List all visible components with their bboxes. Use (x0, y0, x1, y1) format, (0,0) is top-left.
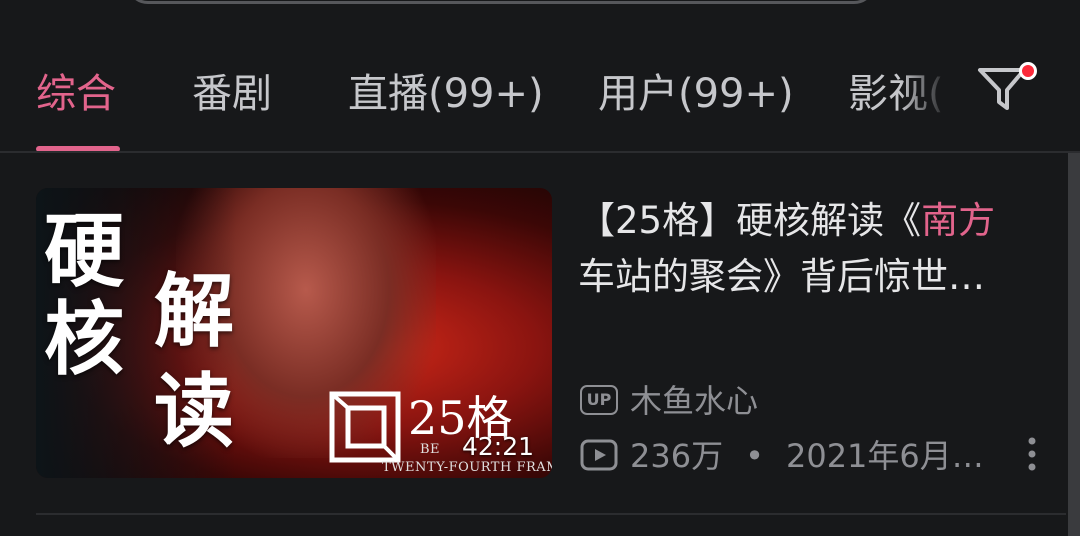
tab-all[interactable]: 综合 (36, 70, 116, 118)
stats-row: 236万 • 2021年6月… (580, 436, 984, 476)
card-divider (36, 513, 1066, 515)
scrollbar[interactable] (1068, 153, 1080, 536)
video-duration: 42:21 (462, 432, 535, 461)
video-thumbnail[interactable]: 硬 核 解 读 25格 BE TWENTY-FOURTH FRAME 42:21 (36, 188, 552, 478)
notification-dot (1019, 62, 1037, 80)
video-title-line-1: 【25格】硬核解读《南方 (578, 193, 1048, 249)
more-options-icon[interactable] (1018, 435, 1046, 475)
video-title-line-2: 车站的聚会》背后惊世… (578, 255, 985, 298)
thumbnail-title-char: 硬 (44, 204, 124, 298)
search-bar[interactable] (126, 0, 876, 4)
search-results-page: 综合 番剧 直播(99+) 用户(99+) 影视( 硬 核 解 读 25格 BE… (0, 0, 1080, 536)
video-result-card[interactable]: 硬 核 解 读 25格 BE TWENTY-FOURTH FRAME 42:21… (0, 153, 1066, 536)
thumbnail-title-char: 核 (44, 292, 124, 386)
title-highlight: 南方 (921, 199, 996, 242)
thumbnail-title-char: 解 (154, 264, 234, 358)
meta-separator: • (745, 437, 764, 475)
video-title[interactable]: 【25格】硬核解读《南方 车站的聚会》背后惊世… (578, 193, 1048, 305)
title-text: 【25格】硬核解读《 (578, 199, 922, 242)
tab-bangumi[interactable]: 番剧 (192, 70, 272, 118)
uploader-name: 木鱼水心 (630, 382, 759, 420)
channel-logo-icon (329, 391, 401, 463)
up-badge-icon: UP (580, 385, 618, 415)
tab-users[interactable]: 用户(99+) (598, 70, 794, 118)
logo-subtext-bottom: TWENTY-FOURTH FRAME (382, 460, 552, 475)
result-tabs: 综合 番剧 直播(99+) 用户(99+) 影视( (0, 56, 1080, 152)
uploader-row[interactable]: UP 木鱼水心 (580, 381, 758, 421)
play-count-icon (580, 439, 618, 471)
logo-subtext-top: BE (420, 442, 441, 457)
view-count: 236万 (630, 437, 724, 475)
tab-live[interactable]: 直播(99+) (348, 70, 544, 118)
tab-fade-overlay (900, 56, 970, 152)
thumbnail-title-char: 读 (154, 364, 234, 458)
publish-date: 2021年6月… (785, 437, 984, 475)
